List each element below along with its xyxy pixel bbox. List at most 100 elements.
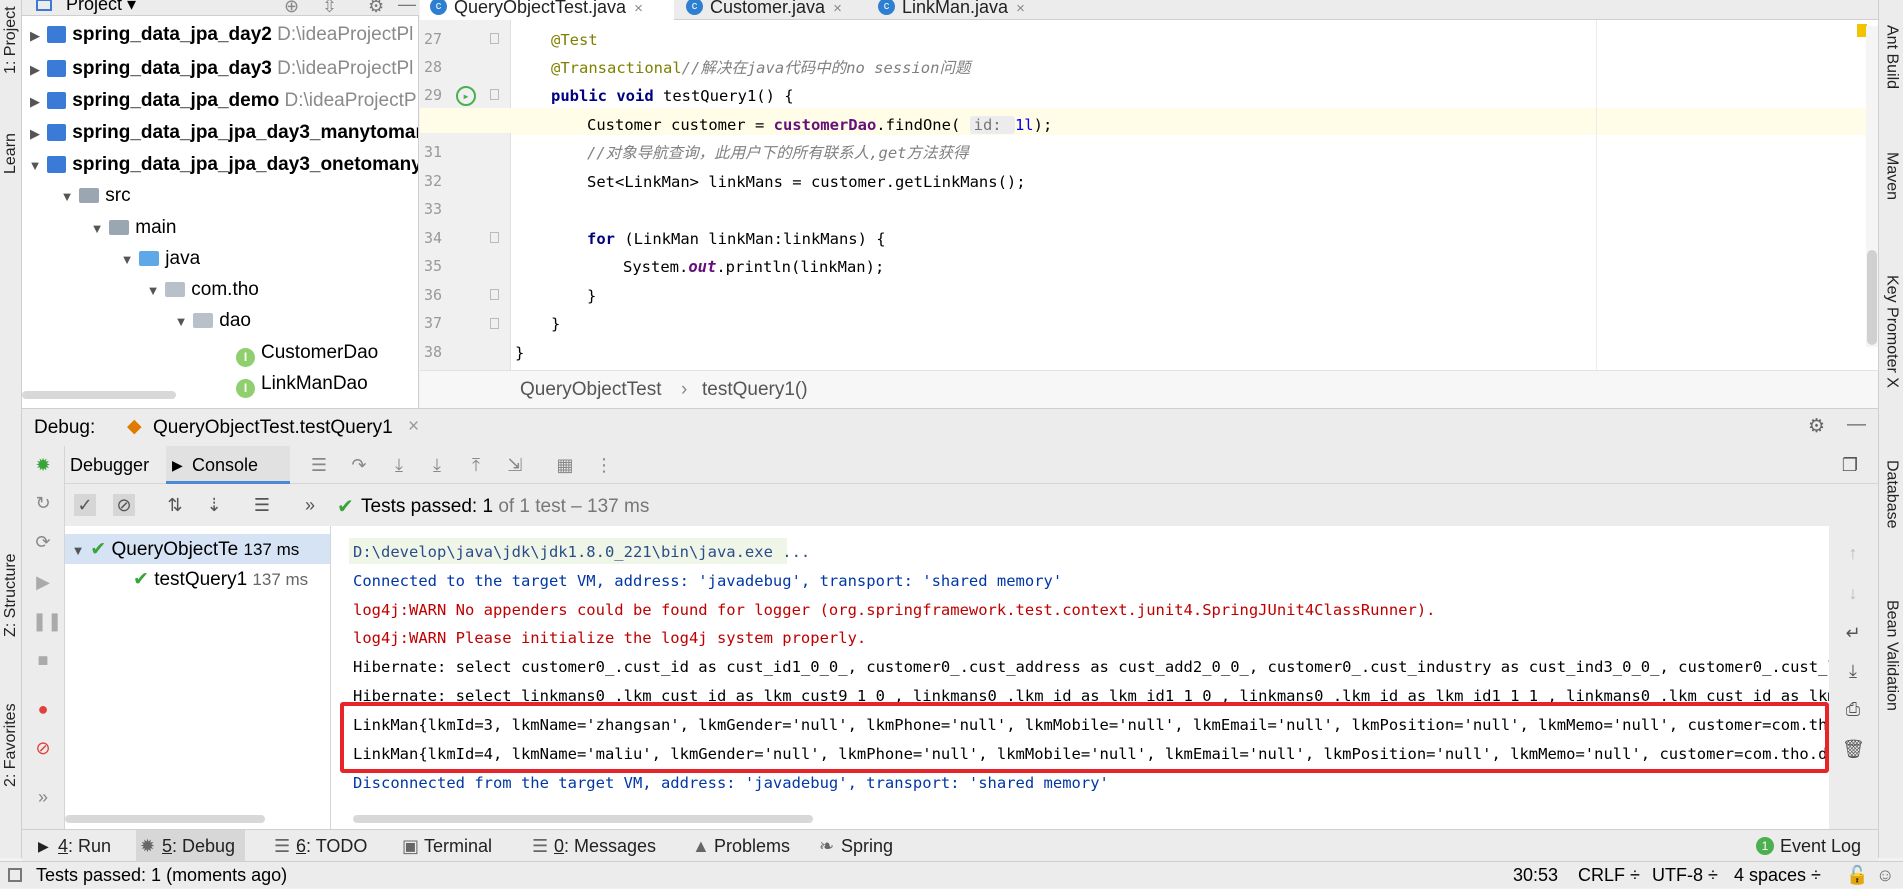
tree-item-folder[interactable]: ▼ java xyxy=(120,243,201,274)
evaluate-icon[interactable]: ▦ xyxy=(554,454,576,476)
close-icon[interactable]: × xyxy=(634,0,643,17)
tool-tab-run[interactable]: ▶ 4: Run xyxy=(36,830,111,862)
mute-breakpoints-icon[interactable]: ⊘ xyxy=(32,737,54,759)
stop-icon[interactable]: ■ xyxy=(32,649,54,671)
gear-icon[interactable]: ⚙ xyxy=(368,0,384,15)
sort-alpha-icon[interactable]: ⇅ xyxy=(164,494,186,516)
debug-session-tab[interactable]: QueryObjectTest.testQuery1 xyxy=(153,417,393,439)
tab-linkman[interactable]: c LinkMan.java × xyxy=(868,0,1048,20)
test-suite-row[interactable]: ▼ ✔ QueryObjectTe 137 ms xyxy=(71,534,329,565)
code-line: for (LinkMan linkMan:linkMans) { xyxy=(587,230,886,248)
more-icon[interactable]: » xyxy=(32,786,54,808)
minimize-icon[interactable]: — xyxy=(398,0,416,15)
list-icon[interactable]: ☰ xyxy=(308,454,330,476)
trace-icon[interactable]: ⋮ xyxy=(593,454,615,476)
step-over-icon[interactable]: ↷ xyxy=(348,454,370,476)
horizontal-scrollbar[interactable] xyxy=(22,391,176,399)
print-icon[interactable]: ⎙ xyxy=(1842,698,1864,720)
lock-icon[interactable]: 🔓 xyxy=(1846,862,1868,889)
tree-item-module[interactable]: ▶ spring_data_jpa_day2 D:\ideaProjectPl xyxy=(28,19,413,50)
tab-customer[interactable]: c Customer.java × xyxy=(676,0,866,20)
tree-item-module[interactable]: ▶ spring_data_jpa_demo D:\ideaProjectP xyxy=(28,85,417,116)
line-separator[interactable]: CRLF ÷ xyxy=(1578,862,1640,889)
scrollbar-thumb[interactable] xyxy=(1867,250,1877,345)
inspector-icon[interactable]: ☺ xyxy=(1876,862,1894,889)
code-editor[interactable]: @Test @Transactional//解决在java代码中的no sess… xyxy=(511,20,1878,370)
more-icon[interactable]: » xyxy=(299,494,321,516)
rerun-failed-icon[interactable]: ↻ xyxy=(32,492,54,514)
breadcrumb-class[interactable]: QueryObjectTest xyxy=(520,379,662,401)
collapse-all-icon[interactable]: ⇳ xyxy=(322,0,337,15)
toggle-auto-test-icon[interactable]: ⟳ xyxy=(32,531,54,553)
caret-position[interactable]: 30:53 xyxy=(1513,862,1558,889)
tool-tab-terminal[interactable]: ▣ Terminal xyxy=(400,830,492,862)
tool-tab-spring[interactable]: ❧ Spring xyxy=(817,830,893,862)
tree-item-module[interactable]: ▶ spring_data_jpa_jpa_day3_manytoman xyxy=(28,117,418,148)
tool-tab-project[interactable]: 1: Project xyxy=(0,0,22,80)
tool-tab-maven[interactable]: Maven xyxy=(1879,152,1903,212)
fold-icon[interactable] xyxy=(490,232,499,243)
tool-tab-problems[interactable]: ▲ Problems xyxy=(690,830,790,862)
fold-icon[interactable] xyxy=(490,89,499,100)
run-to-cursor-icon[interactable]: ⇲ xyxy=(504,454,526,476)
run-test-icon[interactable]: ▸ xyxy=(456,86,476,106)
close-icon[interactable]: × xyxy=(1016,0,1025,17)
tool-tab-key-promoter[interactable]: Key Promoter X xyxy=(1879,275,1903,400)
fold-icon[interactable] xyxy=(490,33,499,44)
test-case-row[interactable]: ✔ testQuery1 137 ms xyxy=(133,564,329,595)
tree-item-module[interactable]: ▼ spring_data_jpa_jpa_day3_onetomany xyxy=(28,149,418,180)
resume-icon[interactable]: ▶ xyxy=(32,571,54,593)
tree-item-package[interactable]: ▼ dao xyxy=(174,305,251,336)
rerun-icon[interactable]: ✹ xyxy=(32,454,54,476)
status-toggle-icon[interactable] xyxy=(8,868,22,882)
gear-icon[interactable]: ⚙ xyxy=(1808,415,1825,438)
sort-duration-icon[interactable]: ⇣ xyxy=(203,494,225,516)
fold-icon[interactable] xyxy=(490,318,499,329)
tab-queryobjecttest[interactable]: c QueryObjectTest.java × xyxy=(420,0,674,20)
indent-setting[interactable]: 4 spaces ÷ xyxy=(1734,862,1821,889)
step-into-icon[interactable]: ⤓ xyxy=(388,454,410,476)
locate-icon[interactable]: ⊕ xyxy=(284,0,299,15)
file-encoding[interactable]: UTF-8 ÷ xyxy=(1652,862,1718,889)
project-view-selector[interactable]: Project ▾ xyxy=(66,0,136,15)
close-icon[interactable]: × xyxy=(408,416,419,438)
tool-tab-learn[interactable]: Learn xyxy=(0,125,22,183)
tool-tab-database[interactable]: Database xyxy=(1879,460,1903,540)
tree-item-interface[interactable]: I LinkManDao xyxy=(236,368,368,399)
down-arrow-icon[interactable]: ↓ xyxy=(1842,582,1864,604)
up-arrow-icon[interactable]: ↑ xyxy=(1842,542,1864,564)
tool-tab-todo[interactable]: ☰ 6: TODO xyxy=(272,830,367,862)
tool-tab-structure[interactable]: Z: Structure xyxy=(0,540,22,650)
show-passed-icon[interactable]: ✓ xyxy=(74,494,96,516)
tree-item-module[interactable]: ▶ spring_data_jpa_day3 D:\ideaProjectPl xyxy=(28,53,413,84)
force-step-into-icon[interactable]: ⤓ xyxy=(426,454,448,476)
restore-layout-icon[interactable]: ❐ xyxy=(1839,454,1861,476)
pause-icon[interactable]: ❚❚ xyxy=(32,610,62,632)
soft-wrap-icon[interactable]: ↵ xyxy=(1842,622,1864,644)
tree-item-folder[interactable]: ▼ src xyxy=(60,180,131,211)
close-icon[interactable]: × xyxy=(833,0,842,17)
step-out-icon[interactable]: ⤒ xyxy=(465,454,487,476)
tool-tab-ant-build[interactable]: Ant Build xyxy=(1879,25,1903,100)
tree-item-folder[interactable]: ▼ main xyxy=(90,212,177,243)
view-breakpoints-icon[interactable]: ● xyxy=(32,698,54,720)
expand-all-icon[interactable]: ☰ xyxy=(251,494,273,516)
tool-tab-debug[interactable]: ✹ 5: Debug xyxy=(136,830,246,862)
horizontal-scrollbar[interactable] xyxy=(353,815,813,823)
scroll-to-end-icon[interactable]: ⤓ xyxy=(1842,660,1864,682)
tab-console[interactable]: ▶ Console xyxy=(166,446,290,484)
minimize-icon[interactable]: — xyxy=(1847,414,1866,436)
tool-tab-favorites[interactable]: 2: Favorites xyxy=(0,695,22,795)
trash-icon[interactable]: 🗑 xyxy=(1842,738,1865,760)
horizontal-scrollbar[interactable] xyxy=(65,815,265,823)
tab-debugger[interactable]: Debugger xyxy=(65,446,178,484)
show-ignored-icon[interactable]: ⊘ xyxy=(113,494,135,516)
breadcrumb-method[interactable]: testQuery1() xyxy=(702,379,808,401)
fold-icon[interactable] xyxy=(490,289,499,300)
tree-item-interface[interactable]: I CustomerDao xyxy=(236,337,378,368)
tool-tab-messages[interactable]: ☰ 0: Messages xyxy=(530,830,656,862)
event-log-button[interactable]: 1 Event Log xyxy=(1754,830,1861,862)
console-output[interactable]: D:\develop\java\jdk\jdk1.8.0_221\bin\jav… xyxy=(331,526,1829,829)
tree-item-package[interactable]: ▼ com.tho xyxy=(146,274,259,305)
tool-tab-bean-validation[interactable]: Bean Validation xyxy=(1879,600,1903,725)
